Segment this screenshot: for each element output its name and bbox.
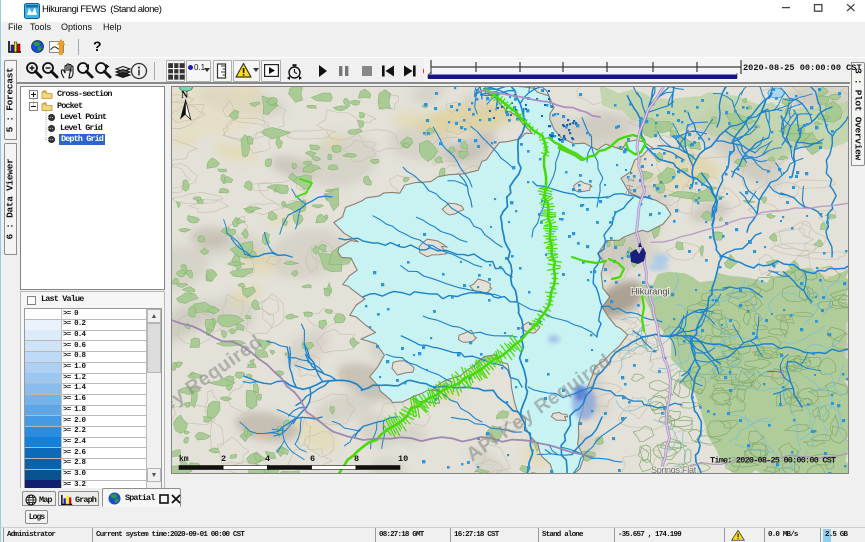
svg-text:8: 8 [354, 454, 359, 464]
svg-text:4: 4 [265, 454, 270, 464]
svg-text:Hikurangi: Hikurangi [631, 287, 669, 298]
svg-text:Time: 2020-08-25 00:00:00 CST: Time: 2020-08-25 00:00:00 CST [710, 456, 836, 466]
svg-text:N: N [181, 90, 189, 101]
svg-text:10: 10 [398, 454, 408, 464]
svg-text:km: km [179, 455, 189, 464]
svg-text:Springs Flat: Springs Flat [651, 465, 697, 474]
svg-text:6: 6 [310, 454, 315, 464]
svg-text:2: 2 [221, 454, 226, 464]
